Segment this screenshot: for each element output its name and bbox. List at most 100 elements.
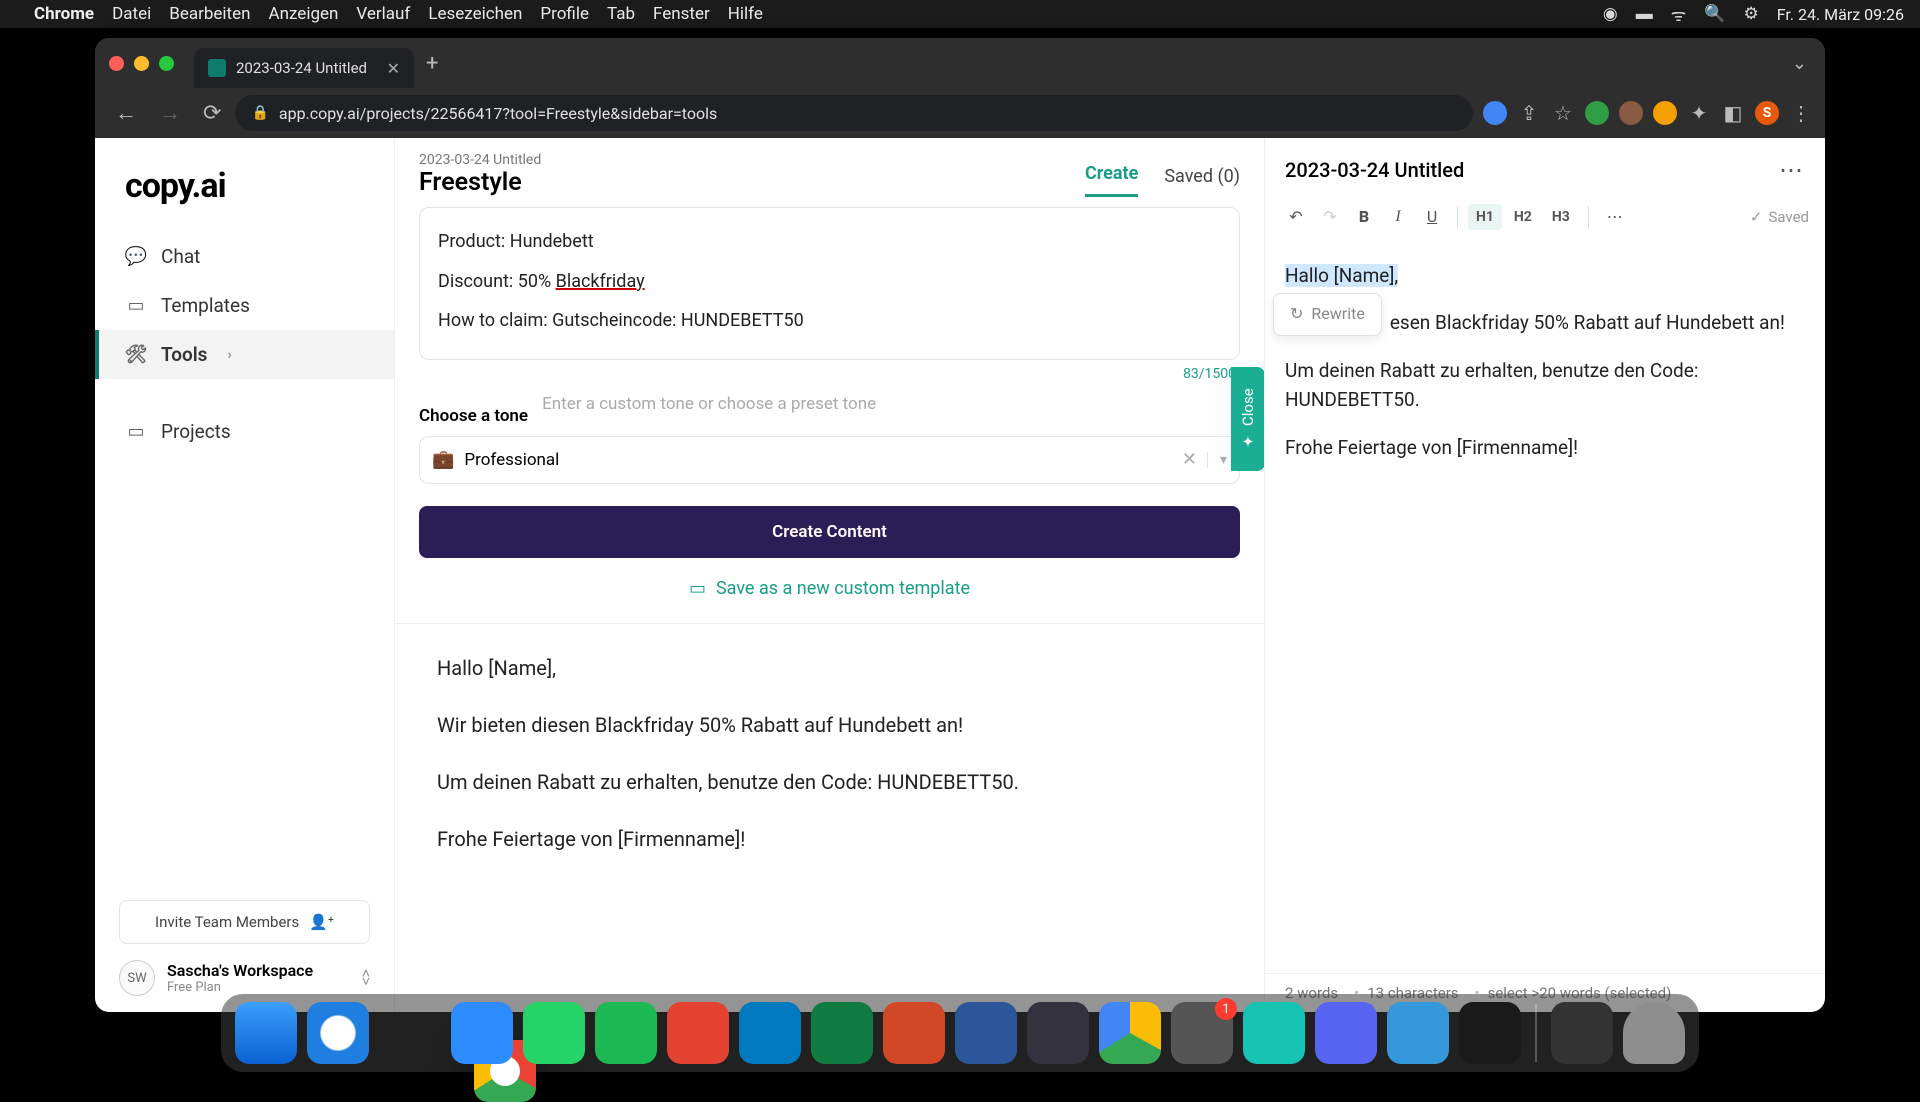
dock-trello-icon[interactable] (739, 1002, 801, 1064)
reload-button[interactable]: ⟳ (195, 95, 229, 132)
dock-launchpad-icon[interactable] (1551, 1002, 1613, 1064)
app-frame: copy.ai 💬Chat ▭ Templates 🛠Tools› ▭Projec… (95, 138, 1825, 1012)
address-bar[interactable]: 🔒 app.copy.ai/projects/22566417?tool=Fre… (235, 95, 1473, 131)
menu-fenster[interactable]: Fenster (653, 4, 710, 24)
menu-profile[interactable]: Profile (540, 4, 589, 24)
chat-icon: 💬 (125, 246, 147, 267)
h3-button[interactable]: H3 (1544, 204, 1578, 230)
workspace-switcher[interactable]: SW Sascha's Workspace Free Plan ˄˅ (95, 944, 394, 996)
underline-button[interactable]: U (1417, 202, 1447, 231)
tab-close-icon[interactable]: ✕ (387, 59, 400, 78)
gen-line: Um deinen Rabatt zu erhalten, benutze de… (419, 768, 1240, 797)
redo-button[interactable]: ↷ (1315, 202, 1345, 231)
tool-header: 2023-03-24 Untitled Freestyle Create Sav… (395, 138, 1264, 197)
create-content-button[interactable]: Create Content (419, 506, 1240, 558)
ext-brown-icon[interactable] (1619, 101, 1643, 125)
dock-todoist-icon[interactable] (667, 1002, 729, 1064)
ext-orange-icon[interactable] (1653, 101, 1677, 125)
editor-body[interactable]: Hallo [Name], Wir bieten diesen Blackfri… (1265, 243, 1825, 973)
dock-safari-icon[interactable] (307, 1002, 369, 1064)
close-panel-button[interactable]: ✦ Close (1231, 367, 1265, 471)
control-center-icon[interactable]: ⚙ (1743, 4, 1758, 24)
sidebar-item-label: Templates (161, 294, 250, 317)
menu-anzeigen[interactable]: Anzeigen (269, 4, 339, 24)
sidepanel-icon[interactable]: ◧ (1721, 101, 1745, 125)
italic-button[interactable]: I (1383, 203, 1413, 231)
undo-button[interactable]: ↶ (1281, 202, 1311, 231)
menu-verlauf[interactable]: Verlauf (356, 4, 410, 24)
share-icon[interactable]: ⇪ (1517, 101, 1541, 125)
breadcrumb: 2023-03-24 Untitled (419, 152, 541, 168)
wifi-icon[interactable]: ᯤ (1671, 3, 1687, 26)
dock-whatsapp-icon[interactable] (523, 1002, 585, 1064)
dock-excel-icon[interactable] (811, 1002, 873, 1064)
spotlight-icon[interactable]: 🔍 (1704, 4, 1725, 24)
menu-datei[interactable]: Datei (112, 4, 151, 24)
extensions-icon[interactable]: ✦ (1687, 101, 1711, 125)
save-template-link[interactable]: ▭ Save as a new custom template (419, 578, 1240, 619)
chevron-down-icon[interactable]: ▾ (1207, 452, 1227, 468)
doc-title[interactable]: 2023-03-24 Untitled (1285, 158, 1464, 182)
menu-tab[interactable]: Tab (607, 4, 635, 24)
templates-icon: ▭ (125, 295, 147, 316)
window-close-button[interactable] (109, 56, 124, 71)
invite-team-button[interactable]: Invite Team Members 👤⁺ (119, 900, 370, 944)
prompt-input[interactable]: Product: Hundebett Discount: 50% Blackfr… (419, 207, 1240, 360)
generated-result[interactable]: Hallo [Name], Wir bieten diesen Blackfri… (419, 654, 1240, 854)
dock-word-icon[interactable] (955, 1002, 1017, 1064)
bookmark-icon[interactable]: ☆ (1551, 101, 1575, 125)
tab-create[interactable]: Create (1085, 163, 1138, 197)
menu-hilfe[interactable]: Hilfe (728, 4, 763, 24)
tab-overflow-icon[interactable]: ⌄ (1792, 53, 1807, 74)
rewrite-popup[interactable]: ↻ Rewrite (1273, 293, 1382, 336)
workspace-name: Sascha's Workspace (167, 961, 313, 980)
ext-green-icon[interactable] (1585, 101, 1609, 125)
tone-label: Choose a tone (419, 406, 528, 426)
tone-clear-icon[interactable]: ✕ (1172, 449, 1207, 470)
menubar-app-name[interactable]: Chrome (34, 4, 94, 24)
dock-settings-icon[interactable]: 1 (1171, 1002, 1233, 1064)
menu-lesezeichen[interactable]: Lesezeichen (428, 4, 522, 24)
back-button[interactable]: ← (107, 94, 145, 132)
sidebar-item-label: Tools (161, 343, 207, 366)
profile-avatar[interactable]: S (1755, 101, 1779, 125)
ext-google-icon[interactable] (1483, 101, 1507, 125)
window-maximize-button[interactable] (159, 56, 174, 71)
chrome-menu-button[interactable]: ⋮ (1791, 101, 1813, 125)
dock-discord-icon[interactable] (1315, 1002, 1377, 1064)
battery-icon[interactable]: ▬ (1636, 4, 1653, 24)
input-line2a: Discount: 50% (438, 271, 556, 292)
briefcase-icon: 💼 (432, 449, 454, 470)
h1-button[interactable]: H1 (1468, 204, 1502, 230)
sidebar-item-chat[interactable]: 💬Chat (95, 232, 394, 281)
dock-imovie-icon[interactable] (1027, 1002, 1089, 1064)
menu-bearbeiten[interactable]: Bearbeiten (169, 4, 250, 24)
dock-voicememos-icon[interactable] (1459, 1002, 1521, 1064)
sidebar-item-tools[interactable]: 🛠Tools› (95, 330, 394, 379)
new-tab-button[interactable]: + (426, 51, 438, 76)
dock-spotify-icon[interactable] (595, 1002, 657, 1064)
window-minimize-button[interactable] (134, 56, 149, 71)
doc-p2b: esen Blackfriday 50% Rabatt auf Hundebet… (1390, 311, 1785, 334)
doc-more-icon[interactable]: ⋯ (1779, 156, 1805, 184)
tab-strip: 2023-03-24 Untitled ✕ + ⌄ (95, 38, 1825, 88)
toolbar-more-icon[interactable]: ⋯ (1599, 202, 1631, 231)
tone-select[interactable]: 💼Professional ✕ ▾ (419, 436, 1240, 484)
h2-button[interactable]: H2 (1506, 204, 1540, 230)
browser-tab[interactable]: 2023-03-24 Untitled ✕ (194, 48, 414, 88)
app-logo[interactable]: copy.ai (95, 166, 394, 226)
sidebar-item-projects[interactable]: ▭Projects (95, 407, 394, 456)
tab-saved[interactable]: Saved (0) (1164, 166, 1240, 197)
menubar-clock[interactable]: Fr. 24. März 09:26 (1777, 5, 1904, 24)
dock-gdrive-icon[interactable] (1099, 1002, 1161, 1064)
dock-quicktime-icon[interactable] (1387, 1002, 1449, 1064)
record-icon[interactable]: ◉ (1603, 4, 1618, 24)
bold-button[interactable]: B (1349, 202, 1379, 231)
dock-trash-icon[interactable] (1623, 1002, 1685, 1064)
dock-powerpoint-icon[interactable] (883, 1002, 945, 1064)
forward-button[interactable]: → (151, 94, 189, 132)
dock-zoom-icon[interactable] (451, 1002, 513, 1064)
dock-finder-icon[interactable] (235, 1002, 297, 1064)
sidebar-item-templates[interactable]: ▭ Templates (95, 281, 394, 330)
dock-app-teal-icon[interactable] (1243, 1002, 1305, 1064)
